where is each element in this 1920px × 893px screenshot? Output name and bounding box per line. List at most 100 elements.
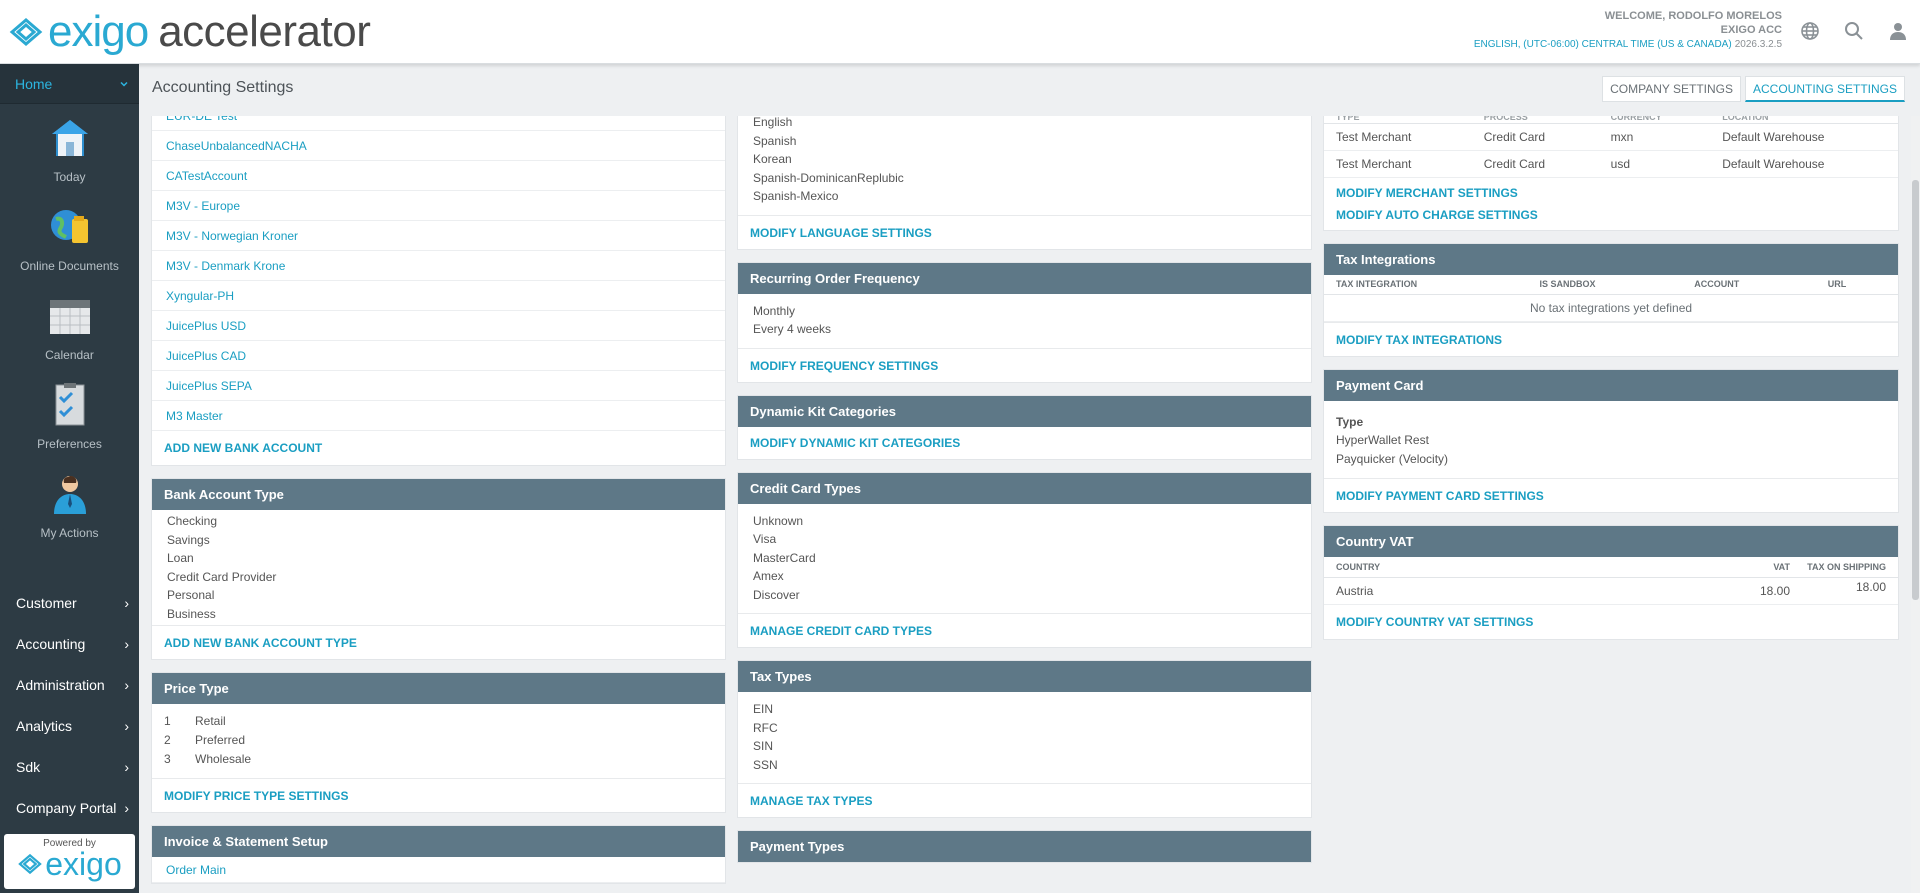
- list-item: EIN: [753, 702, 774, 716]
- modify-auto-charge-button[interactable]: MODIFY AUTO CHARGE SETTINGS: [1324, 204, 1898, 230]
- list-item: Savings: [167, 532, 210, 547]
- app-online-documents[interactable]: Online Documents: [0, 193, 139, 282]
- user-icon[interactable]: [1876, 18, 1920, 44]
- bank-account-link[interactable]: M3 Master: [152, 401, 725, 431]
- bank-account-link[interactable]: EUR-DE Test: [152, 116, 725, 131]
- bank-account-link[interactable]: JuicePlus USD: [152, 311, 725, 341]
- menu-company-portal[interactable]: Company Portal ›: [0, 787, 139, 828]
- table-cell: usd: [1598, 150, 1711, 178]
- menu-administration[interactable]: Administration ›: [0, 664, 139, 705]
- price-type-row: 3 Wholesale: [152, 750, 725, 769]
- modify-payment-card-button[interactable]: MODIFY PAYMENT CARD SETTINGS: [1324, 478, 1898, 512]
- modify-country-vat-button[interactable]: MODIFY COUNTRY VAT SETTINGS: [1324, 605, 1898, 639]
- menu-customer[interactable]: Customer ›: [0, 582, 139, 623]
- panel-header: Tax Integrations: [1324, 243, 1898, 275]
- panel-header: Price Type: [152, 673, 725, 704]
- menu-sdk[interactable]: Sdk ›: [0, 746, 139, 787]
- app-today[interactable]: Today: [0, 104, 139, 193]
- add-bank-account-type-button[interactable]: ADD NEW BANK ACCOUNT TYPE: [152, 625, 725, 659]
- logo-text: exigo: [48, 7, 149, 56]
- payment-card-panel: Payment Card Type HyperWallet Rest Payqui…: [1323, 369, 1899, 513]
- payment-types-panel: Payment Types: [737, 830, 1312, 863]
- frequency-list: Monthly Every 4 weeks: [738, 294, 1311, 348]
- price-type-id: 3: [164, 752, 171, 766]
- list-item: Discover: [753, 587, 800, 602]
- empty-state: No tax integrations yet defined: [1324, 294, 1898, 322]
- app-calendar[interactable]: Calendar: [0, 282, 139, 371]
- list-item: Spanish-Mexico: [753, 189, 839, 203]
- list-item: SIN: [753, 739, 774, 753]
- chevron-right-icon: ›: [124, 758, 129, 775]
- column-header: CURRENCY: [1598, 116, 1711, 124]
- column-header: URL: [1815, 274, 1898, 295]
- menu-label: Accounting: [16, 635, 86, 652]
- price-type-id: 2: [164, 733, 171, 747]
- list-item: Loan: [167, 551, 194, 565]
- tax-integrations-panel: Tax Integrations TAX INTEGRATION IS SANDB…: [1323, 242, 1899, 357]
- bank-account-link[interactable]: Xyngular-PH: [152, 281, 725, 311]
- locale-link[interactable]: ENGLISH, (UTC-06:00) CENTRAL TIME (US & …: [1474, 39, 1732, 50]
- price-type-name: Retail: [195, 714, 226, 728]
- list-item: RFC: [753, 720, 778, 735]
- modify-price-type-button[interactable]: MODIFY PRICE TYPE SETTINGS: [152, 778, 725, 812]
- list-item: Unknown: [753, 513, 804, 528]
- checklist-icon: [55, 383, 84, 426]
- app-preferences[interactable]: Preferences: [0, 371, 139, 460]
- company-name: EXIGO ACC: [1720, 24, 1782, 36]
- country-vat-panel: Country VAT COUNTRY VAT TAX ON SHIPPING …: [1323, 525, 1899, 640]
- menu-label: Analytics: [16, 717, 73, 734]
- bank-account-link[interactable]: ChaseUnbalancedNACHA: [152, 131, 725, 161]
- payment-card-type-label: Type: [1336, 415, 1364, 429]
- modify-language-button[interactable]: MODIFY LANGUAGE SETTINGS: [738, 214, 1311, 249]
- bank-account-link[interactable]: M3V - Europe: [152, 191, 725, 221]
- table-cell: Test Merchant: [1324, 123, 1472, 151]
- invoice-setup-panel: Invoice & Statement Setup Order Main: [151, 825, 726, 884]
- powered-by-badge[interactable]: Powered by exigo: [4, 834, 135, 889]
- panel-header: Credit Card Types: [738, 472, 1311, 504]
- page-scrollbar[interactable]: [1911, 116, 1920, 893]
- column-right: TYPE PROCESS CURRENCY LOCATION Test Merchan…: [1323, 116, 1899, 893]
- list-item: SSN: [753, 757, 778, 772]
- chevron-right-icon: ›: [124, 799, 129, 816]
- scrollbar-thumb[interactable]: [1912, 180, 1919, 600]
- menu-label: Customer: [16, 594, 77, 611]
- column-header: TYPE: [1324, 116, 1472, 124]
- modify-frequency-button[interactable]: MODIFY FREQUENCY SETTINGS: [738, 347, 1311, 382]
- bank-account-link[interactable]: JuicePlus SEPA: [152, 371, 725, 401]
- dynamic-kit-panel: Dynamic Kit Categories MODIFY DYNAMIC KI…: [737, 394, 1312, 460]
- list-item[interactable]: Order Main: [152, 857, 725, 883]
- search-icon[interactable]: [1832, 18, 1876, 44]
- bank-account-link[interactable]: M3V - Norwegian Kroner: [152, 221, 725, 251]
- manage-tax-types-button[interactable]: MANAGE TAX TYPES: [738, 783, 1311, 817]
- exigo-logo-icon: [18, 853, 43, 875]
- column-middle: English Spanish Korean Spanish-DominicanRep…: [737, 116, 1312, 893]
- settings-tabs: COMPANY SETTINGS ACCOUNTING SETTINGS: [1602, 76, 1905, 102]
- menu-analytics[interactable]: Analytics ›: [0, 705, 139, 746]
- list-item: Monthly: [753, 303, 796, 318]
- price-type-list: 1 Retail 2 Preferred 3 Wholesale: [152, 704, 725, 778]
- app-label: Today: [53, 170, 86, 184]
- tab-company-settings[interactable]: COMPANY SETTINGS: [1602, 76, 1741, 102]
- bank-account-link[interactable]: CATestAccount: [152, 161, 725, 191]
- table-cell: 18.00: [1722, 577, 1802, 605]
- bank-account-type-list: Checking Savings Loan Credit Card Provider P…: [152, 510, 725, 625]
- table-cell: Default Warehouse: [1710, 123, 1898, 151]
- modify-dynamic-kit-button[interactable]: MODIFY DYNAMIC KIT CATEGORIES: [738, 427, 1311, 459]
- list-item: Every 4 weeks: [753, 322, 832, 336]
- modify-tax-integrations-button[interactable]: MODIFY TAX INTEGRATIONS: [1324, 322, 1898, 356]
- table-cell: 18.00: [1802, 577, 1898, 605]
- table-cell: Test Merchant: [1324, 150, 1472, 178]
- manage-credit-card-types-button[interactable]: MANAGE CREDIT CARD TYPES: [738, 613, 1311, 647]
- house-icon: [51, 120, 88, 156]
- nav-home[interactable]: Home: [0, 64, 139, 104]
- bank-account-link[interactable]: JuicePlus CAD: [152, 341, 725, 371]
- add-bank-account-button[interactable]: ADD NEW BANK ACCOUNT: [152, 431, 725, 465]
- modify-merchant-button[interactable]: MODIFY MERCHANT SETTINGS: [1324, 178, 1898, 204]
- app-launcher: Today Online Documents Calendar Preferen…: [0, 104, 139, 582]
- app-logo[interactable]: exigo accelerator: [8, 7, 371, 56]
- bank-account-link[interactable]: M3V - Denmark Krone: [152, 251, 725, 281]
- tab-accounting-settings[interactable]: ACCOUNTING SETTINGS: [1744, 76, 1905, 102]
- menu-accounting[interactable]: Accounting ›: [0, 623, 139, 664]
- globe-icon[interactable]: [1788, 18, 1832, 44]
- app-my-actions[interactable]: My Actions: [0, 460, 139, 549]
